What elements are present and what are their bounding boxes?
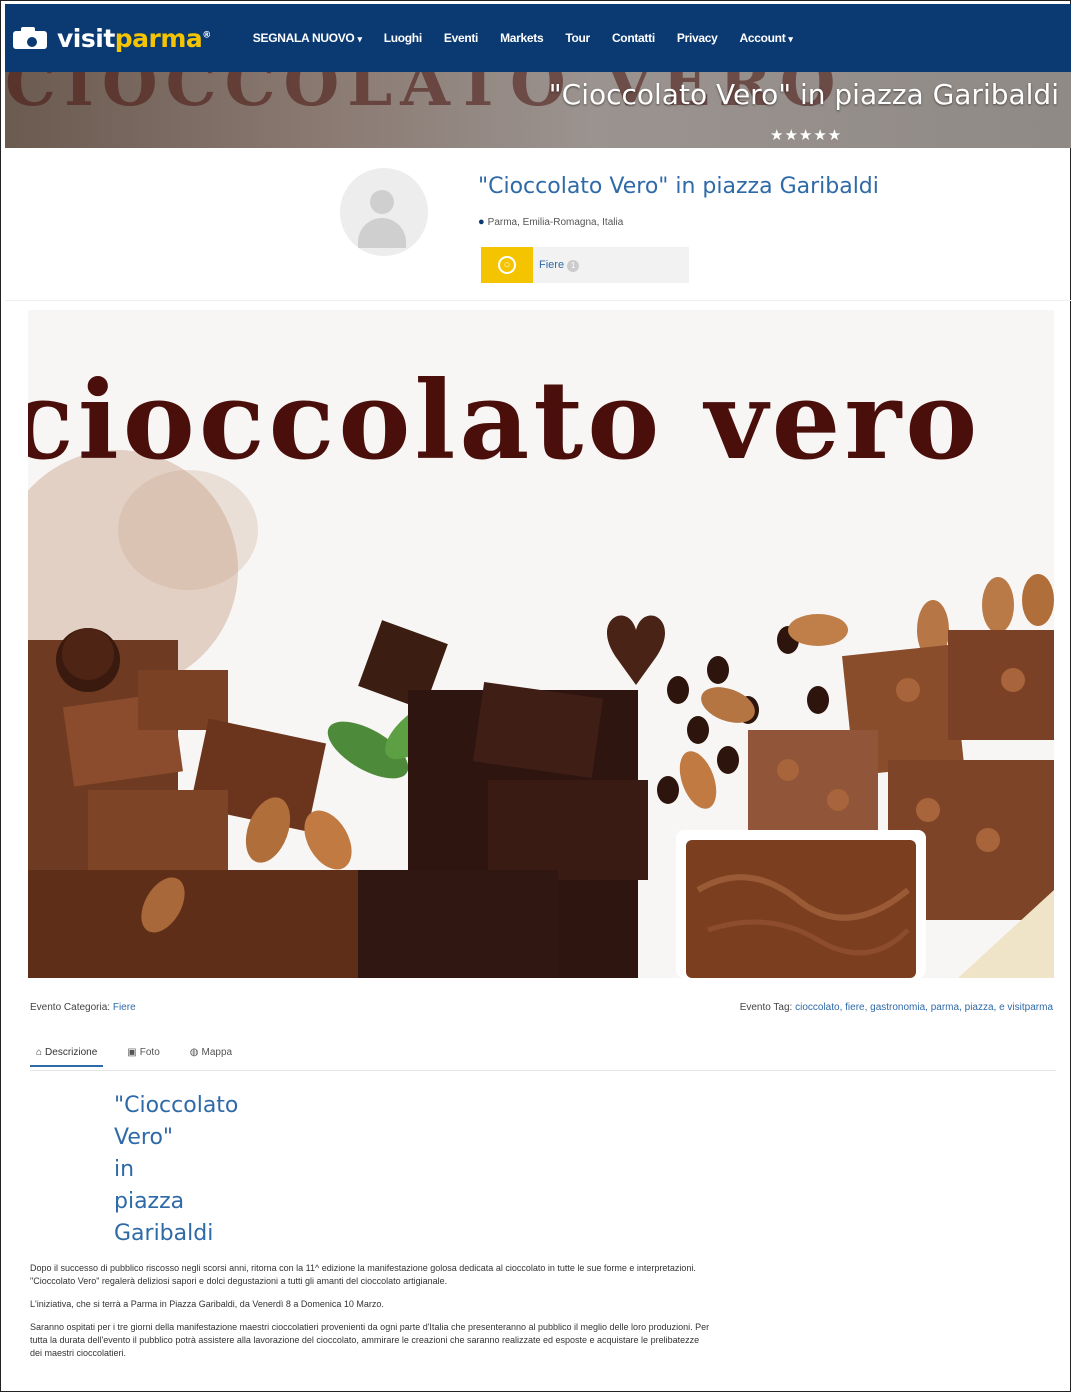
chocolate-illustration: cioccolato vero [28,310,1054,978]
description-paragraph: Dopo il successo di pubblico riscosso ne… [30,1263,696,1286]
description-paragraph: L'iniziativa, che si terrà a Parma in Pi… [30,1299,384,1309]
hero-title: "Cioccolato Vero" in piazza Garibaldi [548,78,1059,111]
event-location: ● Parma, Emilia-Romagna, Italia [478,216,624,228]
nav-item-privacy[interactable]: Privacy [677,31,718,45]
event-main-image: cioccolato vero [28,310,1054,978]
map-pin-icon: ● [478,216,485,228]
nav-item-contatti[interactable]: Contatti [612,31,655,45]
chevron-down-icon: ▾ [788,34,793,44]
avatar [340,168,428,256]
content-tabs: ⌂ Descrizione ▣ Foto ◍ Mappa [30,1044,1056,1071]
description-title: "Cioccolato Vero" in piazza Garibaldi [114,1093,239,1246]
globe-icon: ◍ [189,1047,199,1058]
category-count: 1 [567,259,580,272]
category-link[interactable]: Fiere [113,1002,136,1013]
top-navbar: visitparma® SEGNALA NUOVO ▾ Luoghi Eventi… [5,4,1071,72]
event-title: "Cioccolato Vero" in piazza Garibaldi [478,174,879,199]
tags-links[interactable]: cioccolato, fiere, gastronomia, parma, p… [795,1002,1053,1013]
camera-icon: ▣ [127,1047,137,1058]
rating-stars: ★★★★★ [770,127,843,144]
visitparma-logo[interactable]: visitparma® [11,24,211,53]
event-category-line: Evento Categoria: Fiere [30,1002,136,1013]
category-badge[interactable]: ○ Fiere 1 [481,247,689,283]
hero-banner: CIOCCOLATO VERO "Cioccolato Vero" in pia… [5,72,1071,148]
nav-item-account[interactable]: Account ▾ [739,31,792,45]
category-label[interactable]: Fiere 1 [539,259,580,272]
home-icon: ⌂ [36,1047,43,1058]
image-headline: cioccolato vero [28,358,981,484]
description-body: Dopo il successo di pubblico riscosso ne… [30,1262,710,1370]
nav-item-luoghi[interactable]: Luoghi [384,31,422,45]
nav-item-tour[interactable]: Tour [565,31,590,45]
category-icon-box: ○ [481,247,533,283]
logo-text: visitparma® [57,23,211,53]
nav-item-markets[interactable]: Markets [500,31,544,45]
camera-logo-icon [11,25,51,51]
main-nav: SEGNALA NUOVO ▾ Luoghi Eventi Markets Tou… [253,31,815,45]
tab-foto[interactable]: ▣ Foto [121,1044,165,1067]
nav-item-segnala-nuovo[interactable]: SEGNALA NUOVO ▾ [253,31,362,45]
tab-mappa[interactable]: ◍ Mappa [184,1044,238,1067]
nav-item-eventi[interactable]: Eventi [444,31,479,45]
chevron-down-icon: ▾ [357,34,362,44]
event-header: "Cioccolato Vero" in piazza Garibaldi ● P… [5,148,1071,301]
event-tags-line: Evento Tag: cioccolato, fiere, gastronom… [739,1002,1053,1013]
tab-descrizione[interactable]: ⌂ Descrizione [30,1044,104,1067]
description-paragraph: Saranno ospitati per i tre giorni della … [30,1322,710,1358]
category-circle-icon: ○ [498,256,516,274]
